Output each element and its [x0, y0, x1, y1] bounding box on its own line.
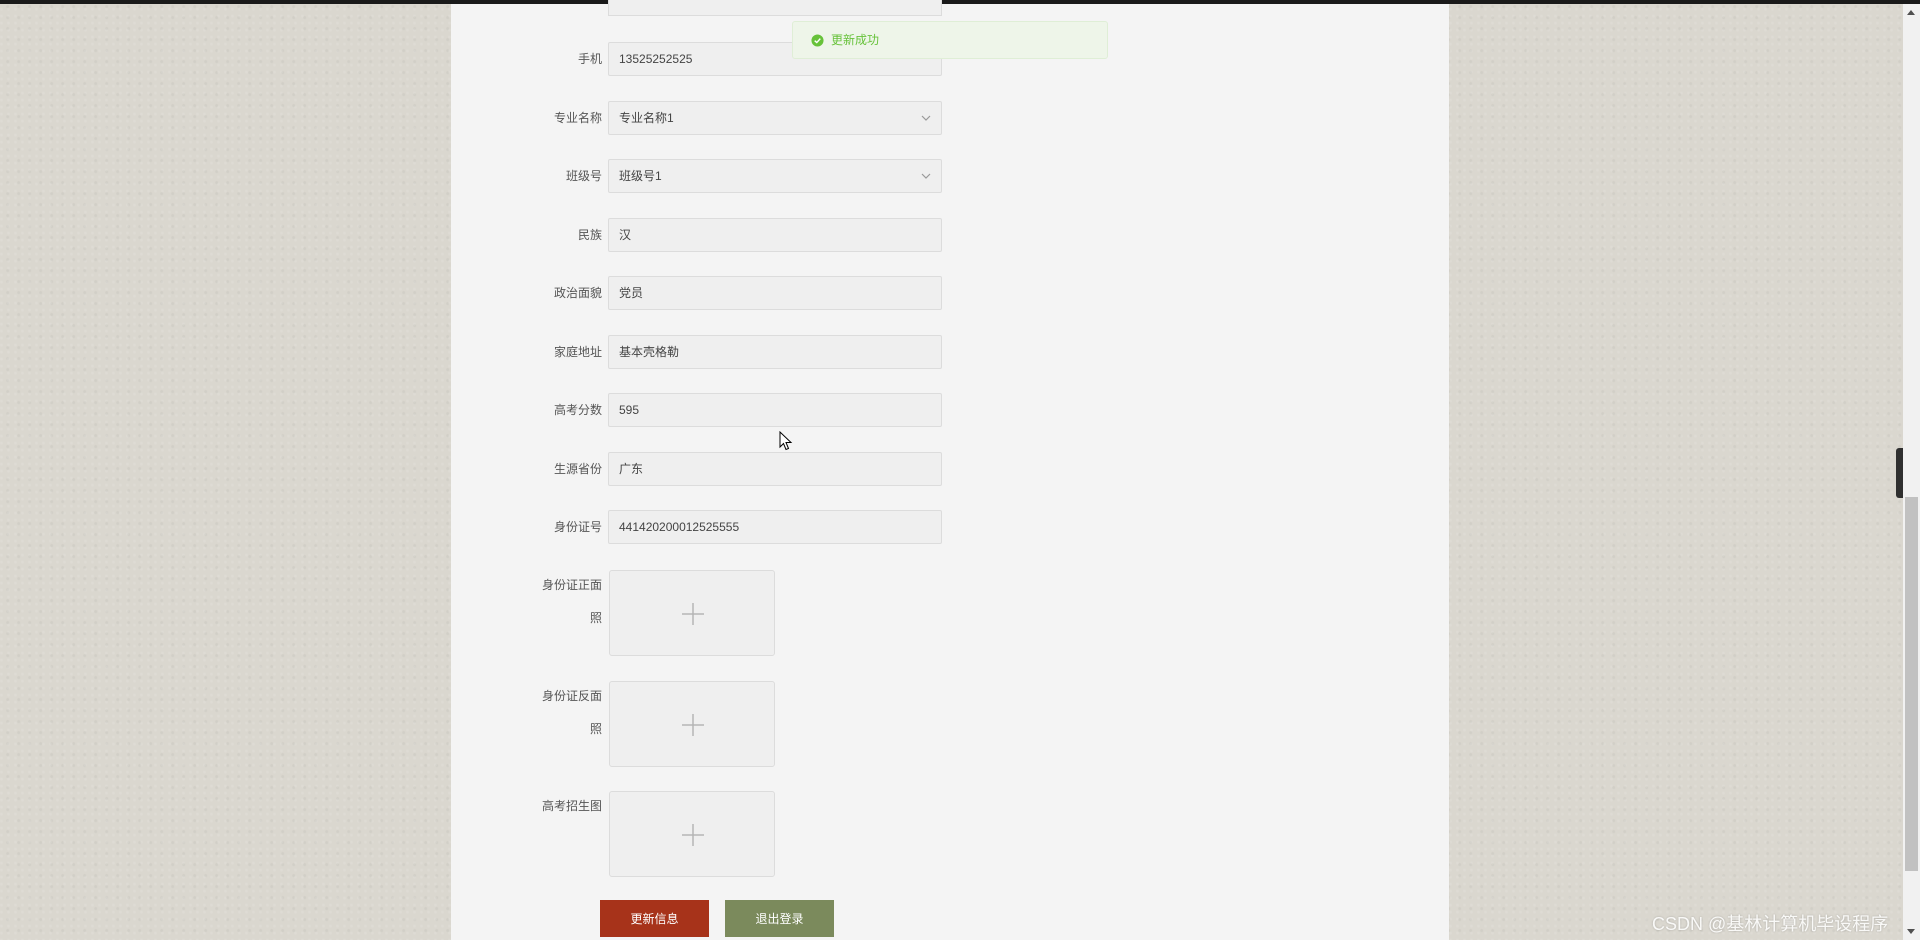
scroll-up-arrow-icon[interactable] — [1907, 10, 1915, 15]
scroll-down-arrow-icon[interactable] — [1907, 929, 1915, 934]
toast-message: 更新成功 — [831, 33, 880, 47]
admission-image-label-line1: 高考招生图 — [541, 799, 602, 813]
home-address-label: 家庭地址 — [553, 345, 602, 359]
major-value: 专业名称1 — [619, 111, 674, 125]
home-address-input[interactable]: 基本壳格勒 — [608, 335, 942, 369]
political-status-value: 党员 — [619, 286, 644, 300]
id-front-label-line2: 照 — [589, 611, 602, 625]
watermark-text: CSDN @基林计算机毕设程序 — [1652, 914, 1889, 934]
partially-visible-field[interactable] — [608, 0, 942, 16]
id-back-label-line1: 身份证反面 — [541, 689, 602, 703]
logout-button[interactable]: 退出登录 — [725, 900, 834, 937]
id-front-label: 身份证正面 照 — [528, 569, 602, 635]
ethnicity-label: 民族 — [577, 228, 602, 242]
id-back-label: 身份证反面 照 — [528, 680, 602, 746]
exam-score-label: 高考分数 — [553, 403, 602, 417]
ethnicity-input[interactable]: 汉 — [608, 218, 942, 252]
id-number-input[interactable]: 441420200012525555 — [608, 510, 942, 544]
political-status-label: 政治面貌 — [553, 286, 602, 300]
admission-image-upload[interactable] — [609, 791, 775, 877]
class-select[interactable]: 班级号1 — [608, 159, 942, 193]
ethnicity-value: 汉 — [619, 228, 632, 242]
success-check-icon — [811, 34, 824, 47]
update-info-button[interactable]: 更新信息 — [600, 900, 709, 937]
page-scrollbar[interactable] — [1903, 4, 1920, 940]
class-value: 班级号1 — [619, 169, 662, 183]
major-select[interactable]: 专业名称1 — [608, 101, 942, 135]
id-front-label-line1: 身份证正面 — [541, 578, 602, 592]
major-label: 专业名称 — [553, 111, 602, 125]
phone-value: 13525252525 — [619, 52, 693, 66]
origin-province-input[interactable]: 广东 — [608, 452, 942, 486]
class-label: 班级号 — [565, 169, 602, 183]
id-front-upload[interactable] — [609, 570, 775, 656]
origin-province-value: 广东 — [619, 462, 644, 476]
id-back-label-line2: 照 — [589, 722, 602, 736]
political-status-input[interactable]: 党员 — [608, 276, 942, 310]
plus-icon — [682, 714, 704, 736]
chevron-down-icon — [921, 115, 931, 121]
phone-label: 手机 — [577, 52, 602, 66]
plus-icon — [682, 824, 704, 846]
id-number-value: 441420200012525555 — [619, 520, 740, 534]
home-address-value: 基本壳格勒 — [619, 345, 680, 359]
chevron-down-icon — [921, 173, 931, 179]
success-toast: 更新成功 — [792, 21, 1108, 59]
id-back-upload[interactable] — [609, 681, 775, 767]
scrollbar-thumb[interactable] — [1905, 497, 1918, 871]
exam-score-value: 595 — [619, 403, 640, 417]
admission-image-label: 高考招生图 — [528, 790, 602, 823]
exam-score-input[interactable]: 595 — [608, 393, 942, 427]
plus-icon — [682, 603, 704, 625]
id-number-label: 身份证号 — [553, 520, 602, 534]
origin-province-label: 生源省份 — [553, 462, 602, 476]
mouse-cursor-icon — [779, 431, 793, 451]
